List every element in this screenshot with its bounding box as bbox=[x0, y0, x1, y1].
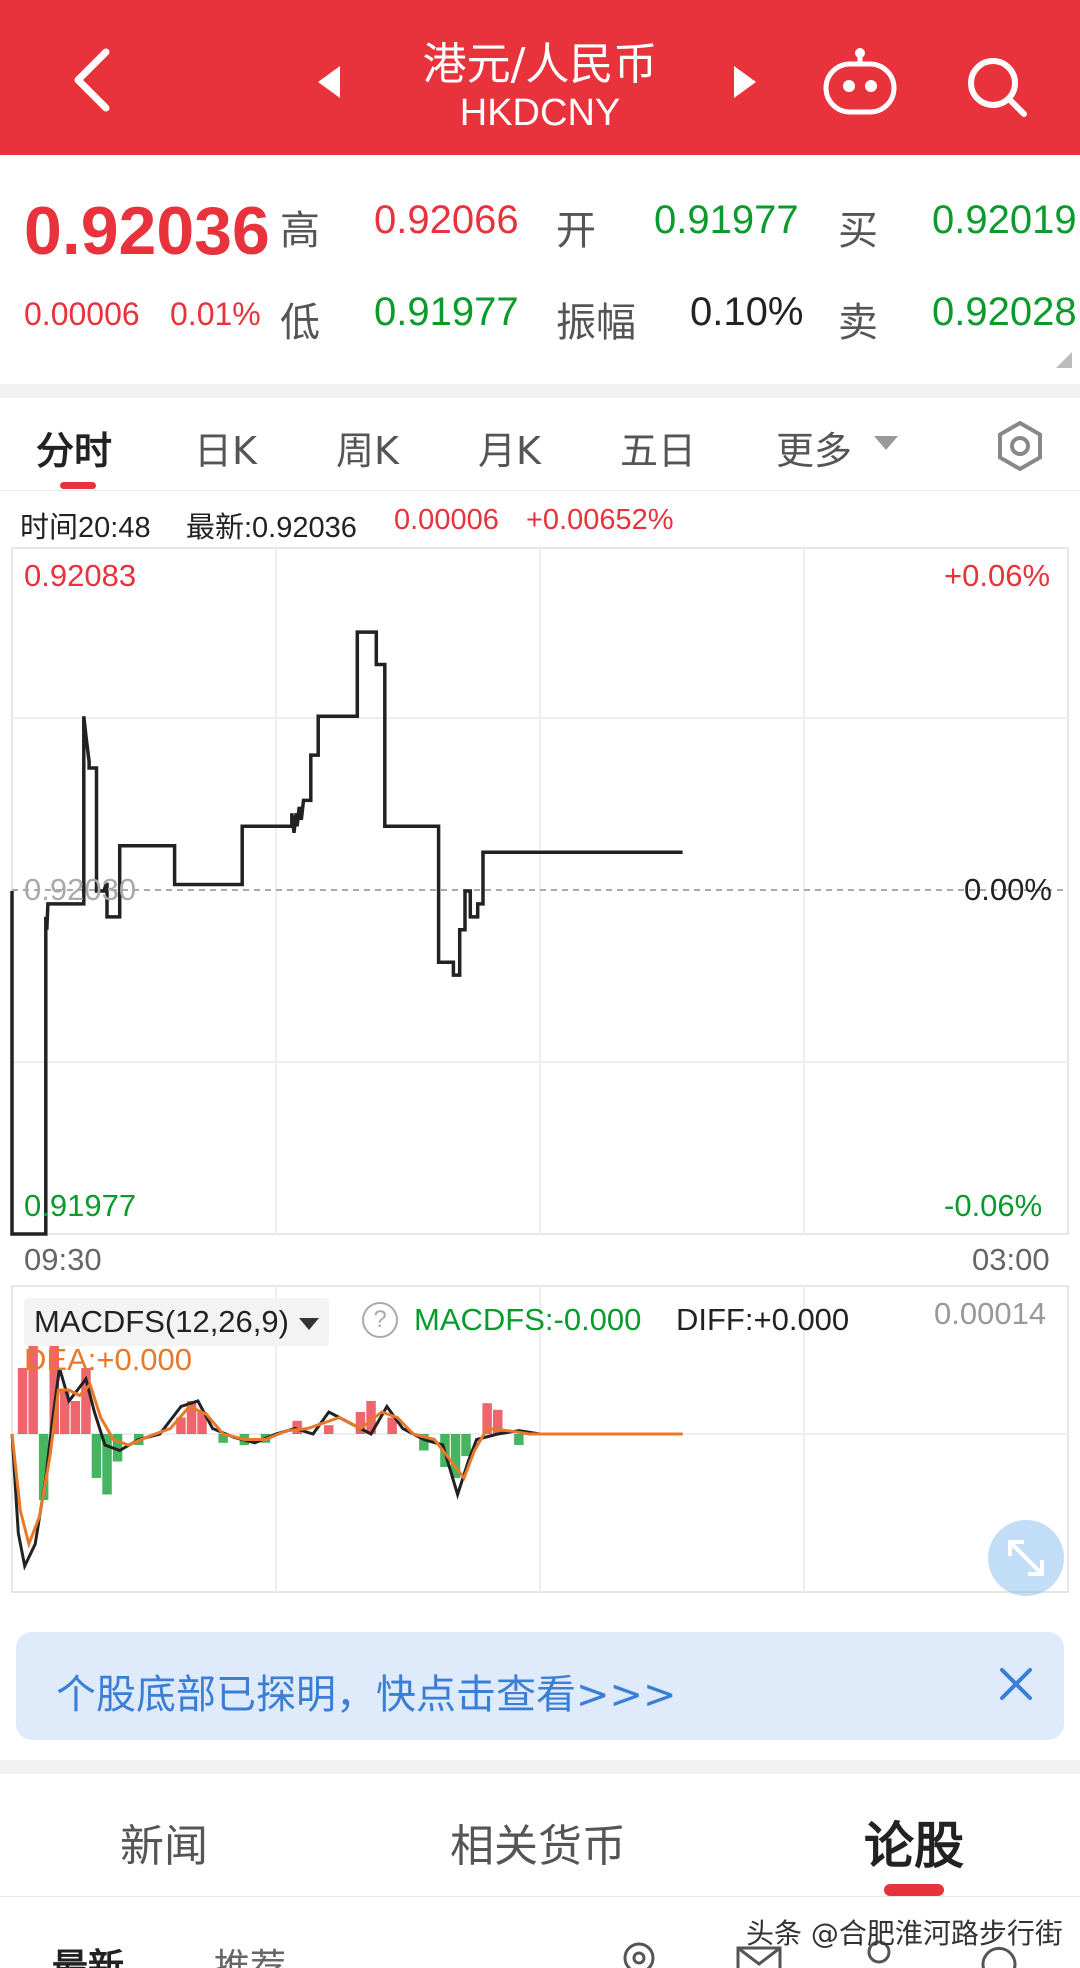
amplitude-value: 0.10% bbox=[690, 290, 804, 334]
macd-histogram-bar bbox=[91, 1434, 102, 1478]
macd-histogram-bar bbox=[324, 1425, 334, 1434]
last-price: 0.92036 bbox=[24, 193, 270, 269]
section-separator-2 bbox=[0, 1760, 1080, 1774]
info-change: 0.00006 bbox=[394, 504, 499, 536]
active-tab-indicator bbox=[60, 482, 96, 489]
promo-banner-text: 个股底部已探明，快点击查看>>> bbox=[56, 1672, 677, 1718]
macd-diff-value: DIFF:+0.000 bbox=[676, 1302, 850, 1337]
tab-more[interactable]: 更多 bbox=[776, 420, 852, 475]
info-change-percent: +0.00652% bbox=[526, 504, 674, 536]
amplitude-label: 振幅 bbox=[556, 300, 636, 346]
low-value: 0.91977 bbox=[374, 290, 519, 334]
tab-related-currency[interactable]: 相关货币 bbox=[450, 1810, 626, 1874]
pct-axis-min-label: -0.06% bbox=[944, 1188, 1043, 1223]
help-icon[interactable]: ? bbox=[362, 1302, 398, 1338]
y-axis-max-label: 0.92083 bbox=[24, 558, 137, 593]
promo-banner[interactable]: 个股底部已探明，快点击查看>>> bbox=[16, 1632, 1064, 1740]
expand-corner-icon[interactable] bbox=[1056, 352, 1072, 368]
bottom-tabs-divider bbox=[0, 1896, 1080, 1897]
robot-assistant-icon[interactable] bbox=[820, 48, 900, 118]
top-navigation-bar: 港元/人民币 HKDCNY bbox=[0, 0, 1080, 155]
previous-currency-icon[interactable] bbox=[318, 66, 340, 98]
currency-pair-code: HKDCNY bbox=[459, 92, 621, 134]
high-label: 高 bbox=[280, 208, 320, 254]
pct-axis-max-label: +0.06% bbox=[944, 558, 1051, 593]
tab-discussion[interactable]: 论股 bbox=[864, 1806, 964, 1878]
watermark-text: 头条 @合肥淮河路步行街 bbox=[746, 1917, 1063, 1950]
price-change: 0.00006 bbox=[24, 296, 140, 332]
sell-value: 0.92028 bbox=[932, 290, 1077, 334]
subtab-recommended[interactable]: 推荐 bbox=[214, 1938, 286, 1968]
location-icon[interactable] bbox=[614, 1940, 664, 1968]
pct-axis-mid-label: 0.00% bbox=[964, 872, 1052, 907]
close-icon[interactable] bbox=[992, 1660, 1040, 1708]
subtab-latest[interactable]: 最新 bbox=[52, 1938, 124, 1968]
intraday-chart[interactable] bbox=[0, 540, 1080, 1600]
active-bottom-tab-indicator bbox=[884, 1884, 944, 1896]
more-caret-icon[interactable] bbox=[874, 436, 898, 450]
buy-value: 0.92019 bbox=[932, 198, 1077, 242]
y-axis-mid-label: 0.92030 bbox=[24, 872, 137, 907]
next-currency-icon[interactable] bbox=[734, 66, 756, 98]
currency-pair-title: 港元/人民币 bbox=[422, 39, 658, 90]
section-separator bbox=[0, 384, 1080, 398]
search-icon[interactable] bbox=[962, 52, 1032, 122]
indicator-selector[interactable]: MACDFS(12,26,9) bbox=[24, 1298, 329, 1346]
y-axis-min-label: 0.91977 bbox=[24, 1188, 137, 1223]
macd-histogram-bar bbox=[461, 1434, 471, 1456]
x-axis-end-label: 03:00 bbox=[972, 1242, 1050, 1277]
tabs-divider bbox=[0, 490, 1080, 491]
indicator-caret-icon bbox=[298, 1317, 319, 1330]
macd-value: MACDFS:-0.000 bbox=[414, 1302, 642, 1337]
tab-news[interactable]: 新闻 bbox=[120, 1810, 208, 1874]
settings-icon[interactable] bbox=[994, 420, 1046, 472]
tab-intraday[interactable]: 分时 bbox=[36, 420, 112, 475]
open-value: 0.91977 bbox=[654, 198, 799, 242]
low-label: 低 bbox=[280, 300, 320, 346]
sell-label: 卖 bbox=[838, 300, 878, 346]
macd-diff-line bbox=[10, 1367, 683, 1571]
open-label: 开 bbox=[556, 208, 596, 254]
tab-five-day[interactable]: 五日 bbox=[620, 420, 696, 475]
tab-daily-k[interactable]: 日K bbox=[194, 420, 257, 475]
buy-label: 买 bbox=[838, 208, 878, 254]
back-icon[interactable] bbox=[60, 40, 130, 120]
fullscreen-button[interactable] bbox=[988, 1520, 1064, 1596]
indicator-name: MACDFS(12,26,9) bbox=[34, 1304, 289, 1339]
macd-scale-max: 0.00014 bbox=[934, 1296, 1047, 1331]
x-axis-start-label: 09:30 bbox=[24, 1242, 102, 1277]
price-change-percent: 0.01% bbox=[170, 296, 261, 332]
tab-monthly-k[interactable]: 月K bbox=[478, 420, 541, 475]
macd-histogram-bar bbox=[514, 1434, 524, 1445]
tab-weekly-k[interactable]: 周K bbox=[336, 420, 399, 475]
macd-dea-line bbox=[10, 1381, 683, 1549]
macd-dea-value: DEA:+0.000 bbox=[24, 1342, 193, 1377]
high-value: 0.92066 bbox=[374, 198, 519, 242]
price-series-line bbox=[10, 630, 683, 1236]
price-grid bbox=[11, 547, 1069, 1235]
macd-histogram-bar bbox=[70, 1401, 81, 1434]
